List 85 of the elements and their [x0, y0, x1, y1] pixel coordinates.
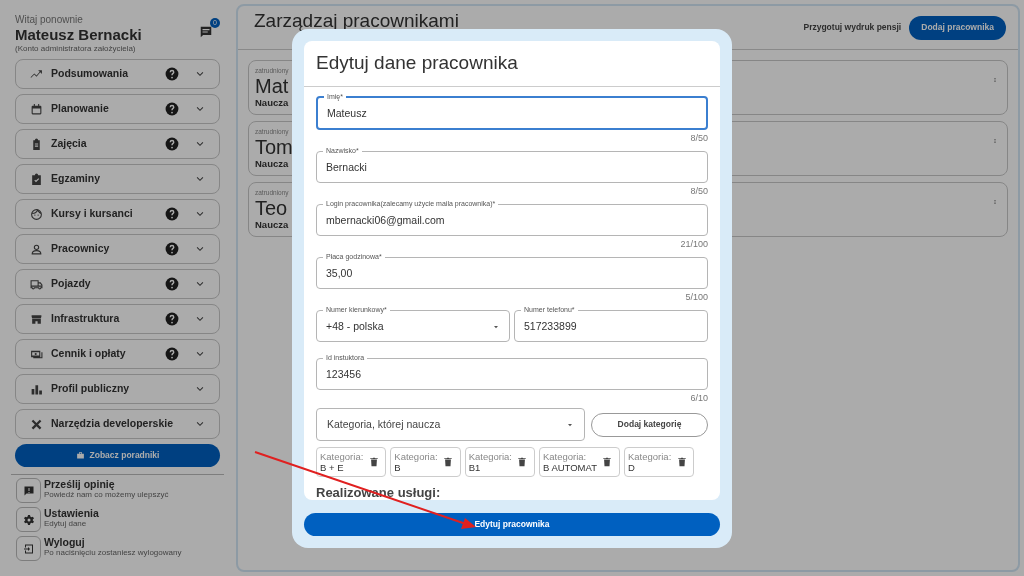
employee-name: Tom [255, 136, 293, 158]
delete-button[interactable] [601, 456, 613, 468]
employee-name: Teo [255, 197, 288, 219]
greeting-text: Witaj ponownie [15, 14, 84, 26]
page-title: Zarządzaj pracownikami [254, 10, 459, 31]
footer-subtitle: Powiedź nam co możemy ulepszyć [44, 490, 169, 499]
menu-item[interactable]: Cennik i opłaty [15, 339, 220, 369]
face-icon [30, 207, 43, 221]
chevron-down-icon [195, 69, 205, 79]
person-icon [30, 242, 43, 256]
character-counter: 6/10 [690, 391, 708, 405]
menu-item[interactable]: Kursy i kursanci [15, 199, 220, 229]
teaches-text: Naucza [255, 97, 289, 109]
chip-label: Kategoria: [542, 451, 588, 462]
trash-icon [443, 456, 454, 468]
chip-value: B1 [468, 462, 482, 473]
trash-icon [676, 456, 687, 468]
trash-icon [602, 456, 613, 468]
trash-icon [517, 456, 528, 468]
settings-icon [22, 513, 35, 526]
footer-button[interactable] [16, 478, 41, 503]
chevron-down-icon [195, 314, 205, 324]
chevron-down-icon [195, 139, 205, 149]
menu-item[interactable]: Infrastruktura [15, 304, 220, 334]
character-counter: 8/50 [690, 131, 708, 145]
clipboard-icon [30, 137, 43, 151]
character-counter: 21/100 [680, 237, 708, 251]
clipboard-check-icon [30, 172, 43, 186]
dialog-title: Edytuj dane pracownika [304, 41, 720, 87]
menu-item[interactable]: Pojazdy [15, 269, 220, 299]
menu-item[interactable]: Planowanie [15, 94, 220, 124]
employee-name: Mat [255, 75, 289, 97]
menu-item[interactable]: Podsumowania [15, 59, 220, 89]
chevron-down-icon [195, 104, 205, 114]
chevron-down-icon [195, 209, 205, 219]
footer-button[interactable] [16, 507, 41, 532]
briefcase-icon [75, 451, 85, 460]
chip-label: Kategoria: [394, 451, 438, 462]
menu-item[interactable]: Profil publiczny [15, 374, 220, 404]
account-note: (Konto administratora założyciela) [15, 44, 137, 53]
teaches-text: Naucza [255, 158, 289, 170]
chevron-down-icon [195, 279, 205, 289]
footer-title[interactable]: Ustawienia [44, 507, 99, 519]
trash-icon [368, 456, 379, 468]
teaches-text: Naucza [255, 219, 289, 231]
category-select[interactable]: Kategoria, której naucza [316, 408, 585, 441]
logout-icon [22, 542, 35, 555]
chip-label: Kategoria: [320, 451, 364, 462]
guide-button[interactable]: Zobacz poradniki [15, 444, 220, 467]
chevron-down-icon [195, 244, 205, 254]
footer-title[interactable]: Wyloguj [44, 536, 182, 548]
footer-subtitle: Edytuj dane [44, 519, 88, 528]
delete-button[interactable] [368, 456, 380, 468]
bar-chart-icon [30, 382, 43, 396]
submit-button[interactable]: Edytuj pracownika [304, 513, 720, 536]
chip-value: B AUTOMAT [542, 462, 597, 473]
chip-label: Kategoria: [627, 451, 672, 462]
menu-item[interactable]: Egzaminy [15, 164, 220, 194]
footer-title[interactable]: Prześlij opinię [44, 478, 169, 490]
chip-label: Kategoria: [468, 451, 512, 462]
footer-button[interactable] [16, 536, 41, 561]
store-icon [30, 312, 43, 326]
print-link[interactable]: Przygotuj wydruk pensji [803, 21, 902, 34]
chevron-down-icon [195, 419, 205, 429]
menu-item[interactable]: Zajęcia [15, 129, 220, 159]
delete-button[interactable] [676, 456, 688, 468]
vehicle-icon [30, 277, 43, 291]
chip-value: D [627, 462, 636, 473]
delete-button[interactable] [516, 456, 528, 468]
character-counter: 5/100 [685, 290, 708, 304]
chevron-down-icon [195, 174, 205, 184]
menu-item[interactable]: Pracownicy [15, 234, 220, 264]
chip-value: B [394, 462, 402, 473]
message-icon [199, 25, 213, 39]
menu-item[interactable]: Narzędzia developerskie [15, 409, 220, 439]
feedback-icon [22, 484, 35, 497]
delete-button[interactable] [442, 456, 454, 468]
user-name: Mateusz Bernacki [15, 26, 142, 44]
calendar-icon [30, 102, 43, 116]
chevron-down-icon [195, 349, 205, 359]
character-counter: 8/50 [690, 184, 708, 198]
footer-subtitle: Po naciśnięciu zostaniesz wylogowany [44, 548, 182, 557]
chevron-down-icon [195, 384, 205, 394]
chip-value: B + E [320, 462, 345, 473]
add-employee-button[interactable]: Dodaj pracownika [909, 15, 1006, 40]
